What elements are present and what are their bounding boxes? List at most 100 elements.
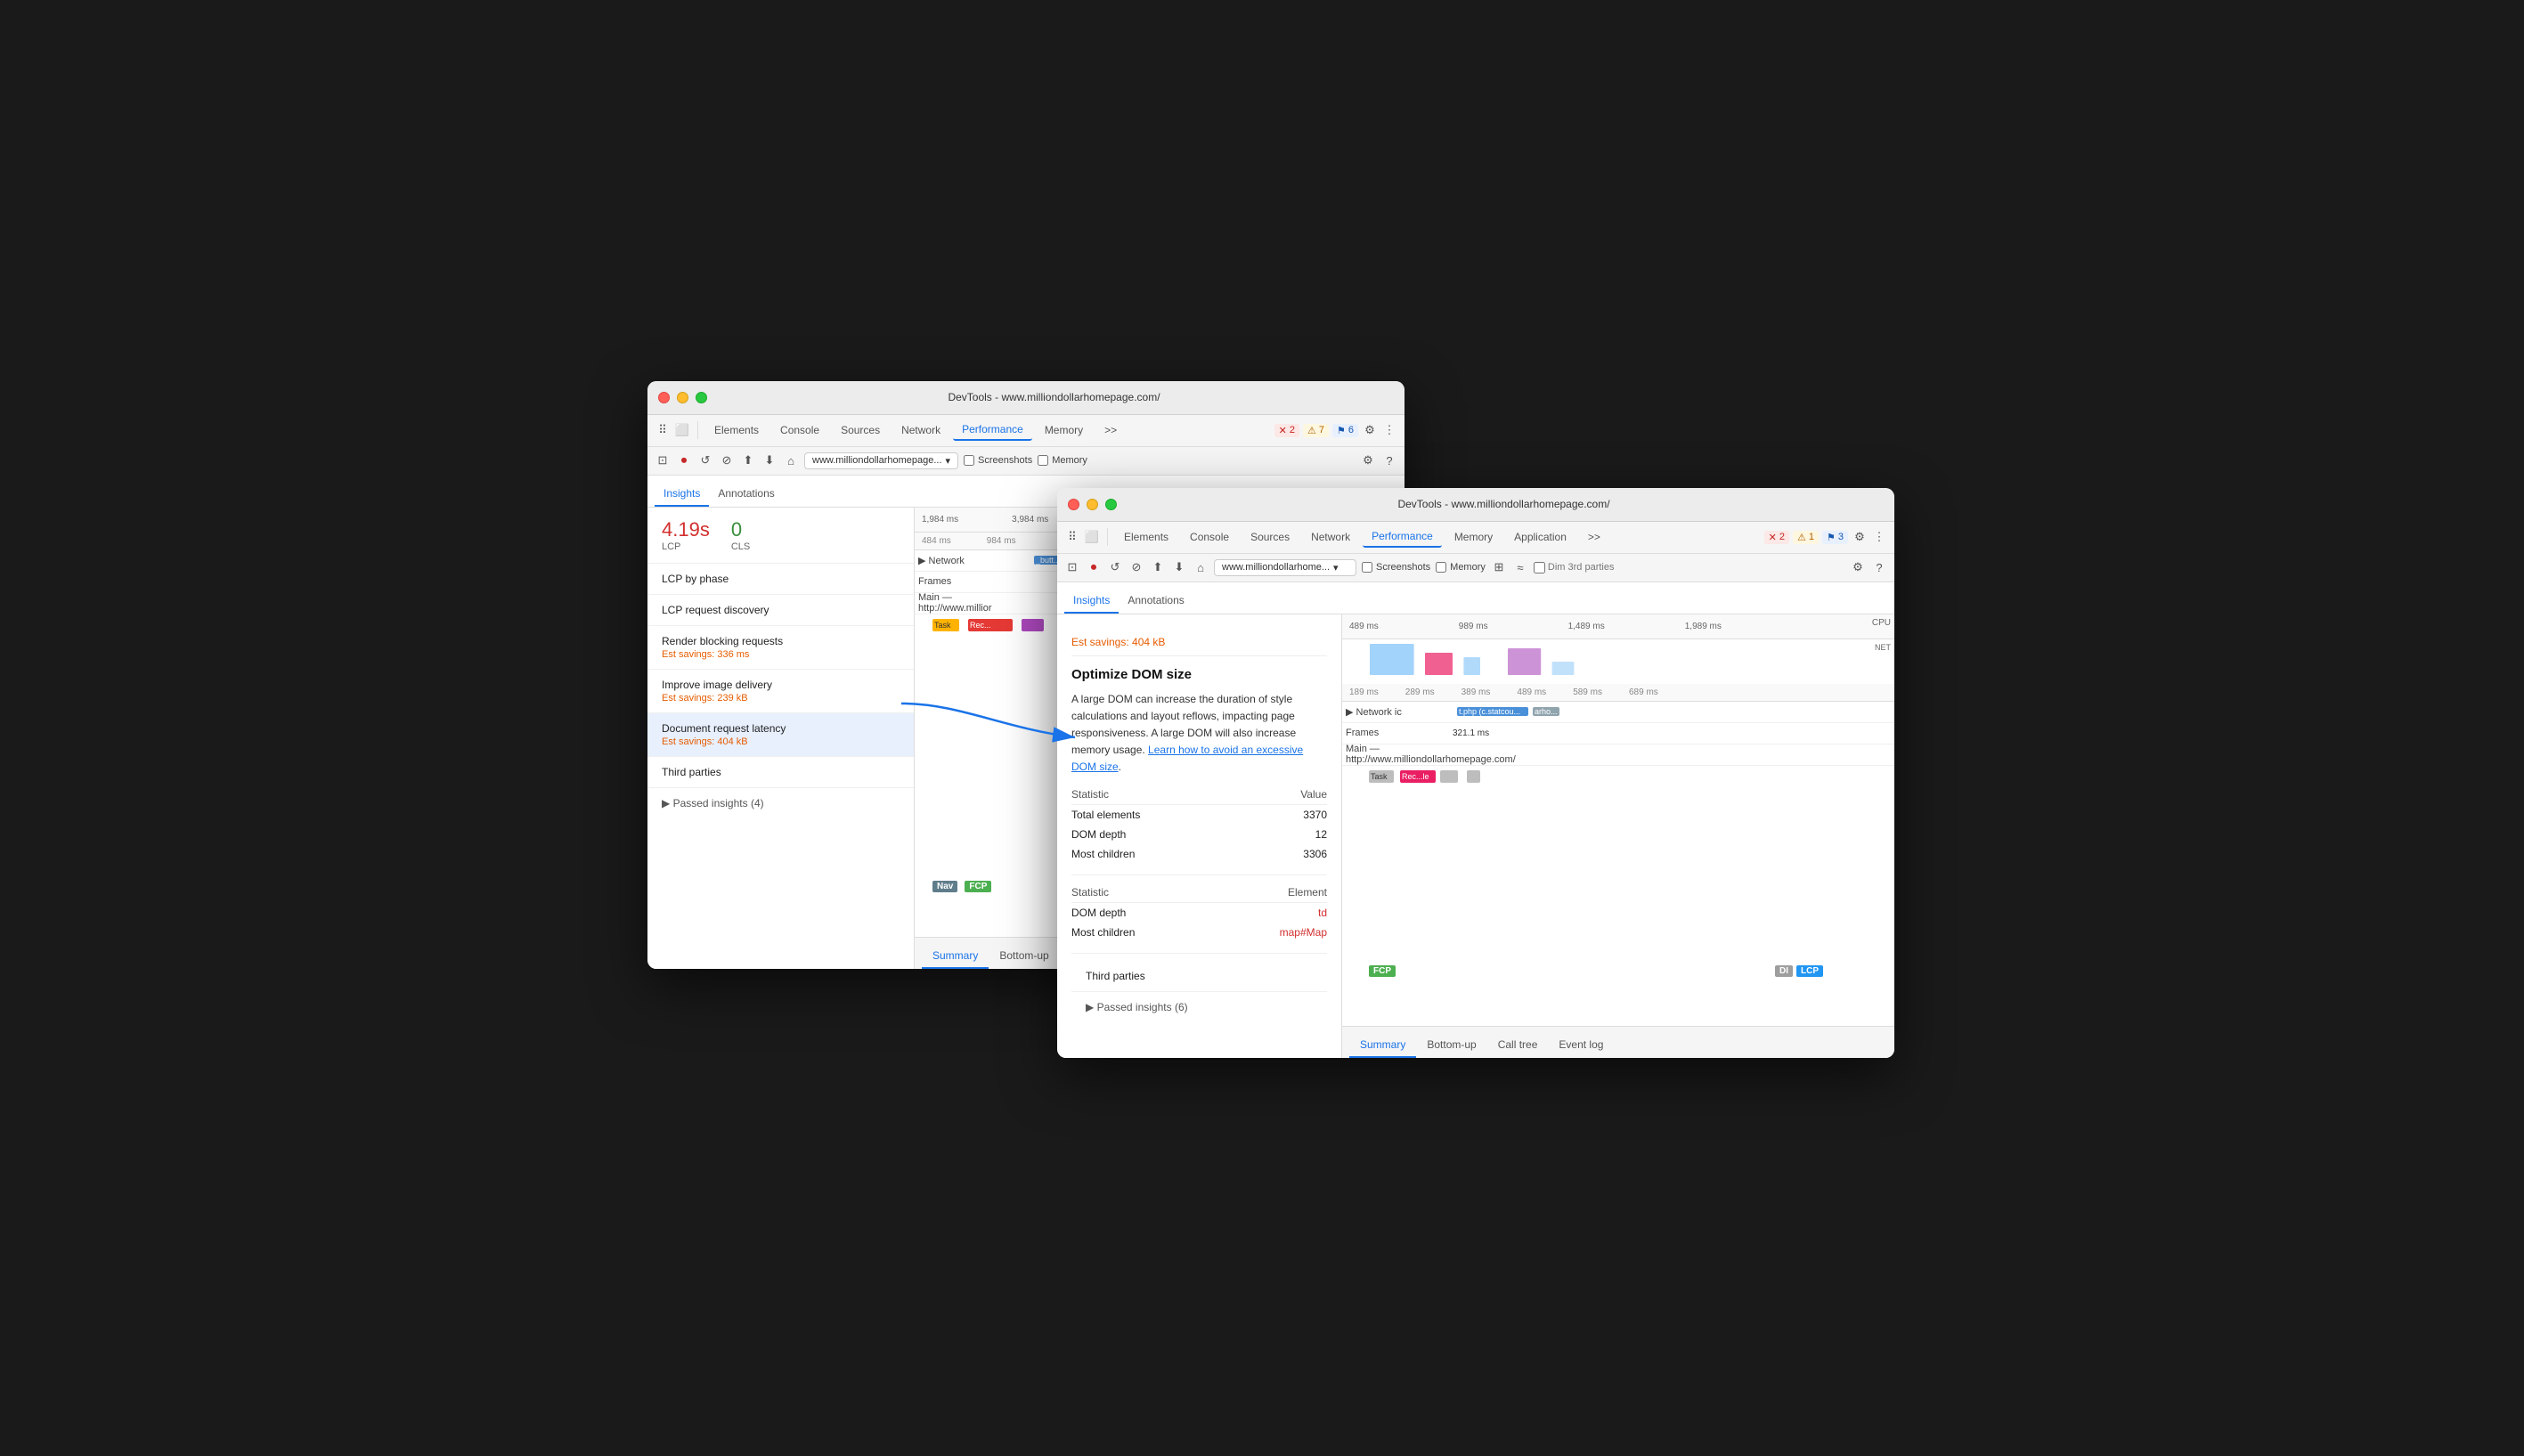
inspect-icon-front[interactable]: ⠿ xyxy=(1064,529,1080,545)
window-title-back: DevTools - www.milliondollarhomepage.com… xyxy=(714,391,1394,403)
insight-doc-latency[interactable]: Document request latency Est savings: 40… xyxy=(647,713,914,757)
insights-tab-annotations-back[interactable]: Annotations xyxy=(709,482,783,507)
upload-icon-front[interactable]: ⬆ xyxy=(1150,559,1166,575)
insights-tab-insights-front[interactable]: Insights xyxy=(1064,589,1119,614)
home-icon-back[interactable]: ⌂ xyxy=(783,452,799,468)
more-icon-front[interactable]: ⋮ xyxy=(1871,529,1887,545)
insight-lcp-discovery[interactable]: LCP request discovery xyxy=(647,595,914,626)
download-icon-back[interactable]: ⬇ xyxy=(761,452,778,468)
minimize-button-front[interactable] xyxy=(1087,499,1098,510)
insights-tab-annotations-front[interactable]: Annotations xyxy=(1119,589,1193,614)
screenshots-label-front: Screenshots xyxy=(1376,562,1430,573)
tab-sources-back[interactable]: Sources xyxy=(832,420,889,440)
sub-mark-front-5: 589 ms xyxy=(1573,687,1602,697)
tab-console-back[interactable]: Console xyxy=(771,420,828,440)
tab-elements-back[interactable]: Elements xyxy=(705,420,768,440)
sub-mark-2: 984 ms xyxy=(987,536,1016,546)
close-button-back[interactable] xyxy=(658,392,670,403)
warning-badge-front: ⚠ 1 xyxy=(1793,531,1819,544)
settings-icon-back[interactable]: ⚙ xyxy=(1362,422,1378,438)
cpu-label: CPU xyxy=(1872,618,1891,628)
tab-application-front[interactable]: Application xyxy=(1505,527,1575,547)
tab-memory-front[interactable]: Memory xyxy=(1445,527,1502,547)
error-badge-back: ✕ 2 xyxy=(1274,424,1299,437)
optimize-link[interactable]: Learn how to avoid an excessive DOM size xyxy=(1071,744,1303,773)
url-bar-back[interactable]: www.milliondollarhomepage... ▾ xyxy=(804,452,958,469)
inspect-icon[interactable]: ⠿ xyxy=(655,422,671,438)
insight-lcp-phase[interactable]: LCP by phase xyxy=(647,564,914,595)
lcp-badge-front: LCP xyxy=(1796,965,1823,977)
bottom-tab-calltree-front[interactable]: Call tree xyxy=(1487,1033,1549,1058)
memory-checkbox-back[interactable] xyxy=(1038,455,1048,466)
bottom-tab-bottomup-back[interactable]: Bottom-up xyxy=(989,944,1059,969)
bottom-tab-eventlog-front[interactable]: Event log xyxy=(1548,1033,1614,1058)
settings2-icon-back[interactable]: ⚙ xyxy=(1360,452,1376,468)
insight-third-parties-back[interactable]: Third parties xyxy=(647,757,914,788)
bottom-tab-summary-back[interactable]: Summary xyxy=(922,944,989,969)
dropdown-icon-back[interactable]: ▾ xyxy=(946,455,951,467)
settings-icon-front[interactable]: ⚙ xyxy=(1852,529,1868,545)
record-icon-front[interactable]: ⏺ xyxy=(1086,559,1102,575)
main-row-label-back: Main — http://www.millior xyxy=(918,592,1025,614)
tab-sources-front[interactable]: Sources xyxy=(1242,527,1299,547)
tab-performance-front[interactable]: Performance xyxy=(1363,526,1442,548)
throttle-icon-front[interactable]: ≈ xyxy=(1512,559,1528,575)
url-bar-front[interactable]: www.milliondollarhome... ▾ xyxy=(1214,559,1356,576)
settings2-icon-front[interactable]: ⚙ xyxy=(1850,559,1866,575)
insight-render-blocking-savings: Est savings: 336 ms xyxy=(662,649,900,660)
tab-elements-front[interactable]: Elements xyxy=(1115,527,1177,547)
help-icon-front[interactable]: ? xyxy=(1871,559,1887,575)
tab-bar-front: ⠿ ⬜ Elements Console Sources Network Per… xyxy=(1057,522,1894,554)
bottom-tab-bottomup-front[interactable]: Bottom-up xyxy=(1416,1033,1486,1058)
ruler-mark-front-1: 489 ms xyxy=(1349,622,1379,631)
tab-more-back[interactable]: >> xyxy=(1095,420,1126,440)
insight-third-parties-title-back: Third parties xyxy=(662,766,900,778)
maximize-button-back[interactable] xyxy=(696,392,707,403)
home-icon-front[interactable]: ⌂ xyxy=(1193,559,1209,575)
tab-console-front[interactable]: Console xyxy=(1181,527,1238,547)
upload-icon-back[interactable]: ⬆ xyxy=(740,452,756,468)
tab-memory-back[interactable]: Memory xyxy=(1036,420,1092,440)
passed-insights-front[interactable]: ▶ Passed insights (6) xyxy=(1071,992,1327,1022)
reload-icon-front[interactable]: ↺ xyxy=(1107,559,1123,575)
frames-value-front: 321.1 ms xyxy=(1453,728,1489,738)
bottom-tab-summary-front[interactable]: Summary xyxy=(1349,1033,1416,1058)
tab-performance-back[interactable]: Performance xyxy=(953,419,1032,441)
tab-more-front[interactable]: >> xyxy=(1579,527,1609,547)
passed-insights-front-label: ▶ Passed insights (6) xyxy=(1086,1001,1188,1013)
device-icon-front[interactable]: ⬜ xyxy=(1084,529,1100,545)
third-parties-front[interactable]: Third parties xyxy=(1071,961,1327,992)
dropdown-icon-front[interactable]: ▾ xyxy=(1333,562,1339,573)
tab-network-back[interactable]: Network xyxy=(892,420,949,440)
help-icon-back[interactable]: ? xyxy=(1381,452,1397,468)
clear-icon-back[interactable]: ⊘ xyxy=(719,452,735,468)
record-icon-back[interactable]: ⏺ xyxy=(676,452,692,468)
insights-tab-insights-back[interactable]: Insights xyxy=(655,482,709,507)
insight-image-delivery[interactable]: Improve image delivery Est savings: 239 … xyxy=(647,670,914,713)
screenshots-cb-front[interactable] xyxy=(1362,562,1372,573)
sidebar-icon-back[interactable]: ⊡ xyxy=(655,452,671,468)
subtoolbar-back: ⊡ ⏺ ↺ ⊘ ⬆ ⬇ ⌂ www.milliondollarhomepage.… xyxy=(647,447,1404,476)
close-button-front[interactable] xyxy=(1068,499,1079,510)
task-block-front-3 xyxy=(1440,770,1458,783)
maximize-button-front[interactable] xyxy=(1105,499,1117,510)
more-icon-back[interactable]: ⋮ xyxy=(1381,422,1397,438)
minimize-button-back[interactable] xyxy=(677,392,688,403)
passed-insights-back[interactable]: ▶ Passed insights (4) xyxy=(647,788,914,818)
insight-render-blocking[interactable]: Render blocking requests Est savings: 33… xyxy=(647,626,914,670)
insights-sidebar-back: 4.19s LCP 0 CLS LCP by phase LCP request… xyxy=(647,508,915,969)
screenshots-checkbox-back[interactable] xyxy=(964,455,974,466)
clear-icon-front[interactable]: ⊘ xyxy=(1128,559,1144,575)
reload-icon-back[interactable]: ↺ xyxy=(697,452,713,468)
frames-row-label-front: Frames xyxy=(1346,728,1453,738)
sidebar-icon-front[interactable]: ⊡ xyxy=(1064,559,1080,575)
tab-network-front[interactable]: Network xyxy=(1302,527,1359,547)
sub-mark-front-3: 389 ms xyxy=(1461,687,1491,697)
dim-3rd-cb[interactable] xyxy=(1534,562,1545,573)
network-icon-front[interactable]: ⊞ xyxy=(1491,559,1507,575)
net-bar-front-2: arho... xyxy=(1533,707,1559,716)
download-icon-front[interactable]: ⬇ xyxy=(1171,559,1187,575)
device-icon[interactable]: ⬜ xyxy=(674,422,690,438)
stat-most-children-label: Most children xyxy=(1071,844,1256,864)
memory-cb-front[interactable] xyxy=(1436,562,1446,573)
